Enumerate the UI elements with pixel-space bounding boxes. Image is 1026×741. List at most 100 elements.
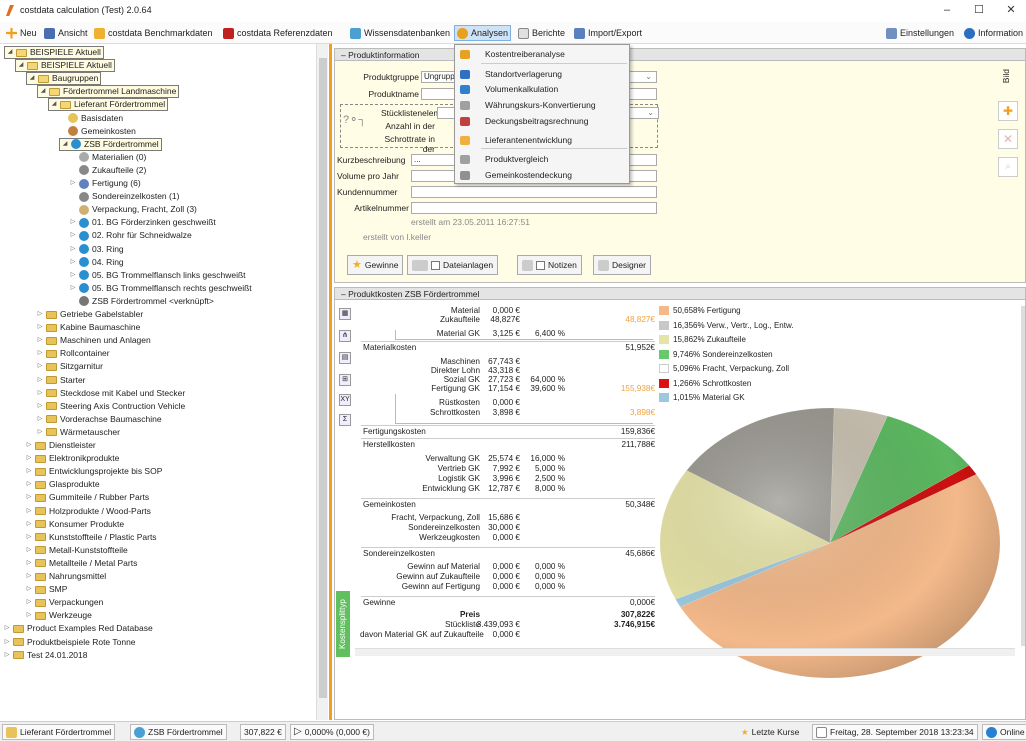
tree-view-icon[interactable]: ⋔ <box>339 330 351 342</box>
expand-toggle-icon[interactable]: ◢ <box>7 46 13 59</box>
dropdown-item[interactable]: Volumenkalkulation <box>455 82 629 97</box>
xy-view-icon[interactable]: XY <box>339 394 351 406</box>
tree-node[interactable]: ZSB Fördertrommel <verknüpft> <box>70 295 214 308</box>
sum-view-icon[interactable]: Σ <box>339 414 351 426</box>
tree-node[interactable]: ▷ 01. BG Förderzinken geschweißt <box>70 216 216 229</box>
tree-node[interactable]: ▷ Product Examples Red Database <box>4 622 153 635</box>
tree-node[interactable]: ▷ Wärmetauscher <box>37 426 120 439</box>
dateianlagen-checkbox[interactable] <box>431 260 440 270</box>
tree-node[interactable]: ▷ Steckdose mit Kabel und Stecker <box>37 387 186 400</box>
tree-node[interactable]: ▷ 02. Rohr für Schneidwalze <box>70 229 192 242</box>
expand-toggle-icon[interactable]: ▷ <box>26 609 32 622</box>
expand-toggle-icon[interactable]: ▷ <box>37 321 43 334</box>
tree-node[interactable]: ▷ Glasprodukte <box>26 478 100 491</box>
tree-node[interactable]: ▷ Werkzeuge <box>26 609 92 622</box>
tree-node[interactable]: ◢ ZSB Fördertrommel <box>59 137 162 151</box>
minimize-button[interactable]: – <box>936 2 958 18</box>
panel-splitter[interactable] <box>329 44 332 720</box>
expand-toggle-icon[interactable]: ▷ <box>26 491 32 504</box>
dropdown-item[interactable]: Deckungsbeitragsrechnung <box>455 114 629 129</box>
expand-toggle-icon[interactable]: ▷ <box>70 229 76 242</box>
menu-reference[interactable]: costdata Referenzdaten <box>221 25 335 41</box>
expand-toggle-icon[interactable]: ▷ <box>26 570 32 583</box>
expand-toggle-icon[interactable]: ◢ <box>18 59 24 72</box>
menu-settings[interactable]: Einstellungen <box>884 25 956 41</box>
tree-node[interactable]: Materialien (0) <box>70 151 146 164</box>
gewinne-button[interactable]: ★ Gewinne <box>347 255 404 275</box>
designer-button[interactable]: Designer <box>593 255 652 275</box>
tree-node[interactable]: ▷ Nahrungsmittel <box>26 570 106 583</box>
delete-image-button[interactable]: ✕ <box>998 129 1018 149</box>
tree-scroll-thumb[interactable] <box>319 58 327 698</box>
expand-toggle-icon[interactable]: ▷ <box>4 649 10 662</box>
tree-node[interactable]: ▷ Test 24.01.2018 <box>4 649 88 662</box>
dropdown-item[interactable]: Lieferantenentwicklung <box>455 133 629 148</box>
expand-toggle-icon[interactable]: ▷ <box>37 413 43 426</box>
status-supplier[interactable]: Lieferant Fördertrommel <box>2 724 116 740</box>
expand-toggle-icon[interactable]: ◢ <box>40 85 46 98</box>
tree-node[interactable]: Basisdaten <box>59 112 123 125</box>
tree-node[interactable]: ▷ Produktbeispiele Rote Tonne <box>4 636 136 649</box>
expand-toggle-icon[interactable]: ▷ <box>4 622 10 635</box>
expand-toggle-icon[interactable]: ▷ <box>70 256 76 269</box>
dropdown-item[interactable]: Kostentreiberanalyse <box>455 47 629 62</box>
tree-node[interactable]: ▷ Verpackungen <box>26 596 104 609</box>
expand-toggle-icon[interactable]: ▷ <box>37 426 43 439</box>
dropdown-item[interactable]: Währungskurs-Konvertierung <box>455 98 629 113</box>
letzte-kurse-button[interactable]: ★ Letzte Kurse <box>738 724 802 740</box>
menu-new[interactable]: Neu <box>4 25 39 41</box>
cost-h-scrollbar[interactable] <box>355 648 1015 656</box>
menu-import-export[interactable]: Import/Export <box>572 25 644 41</box>
tree-node[interactable]: ◢ Baugruppen <box>26 72 102 86</box>
notizen-button[interactable]: Notizen <box>517 255 582 275</box>
tree-scrollbar[interactable] <box>316 44 328 720</box>
expand-toggle-icon[interactable]: ▷ <box>70 177 76 190</box>
menu-benchmark[interactable]: costdata Benchmarkdaten <box>92 25 215 41</box>
dropdown-item[interactable]: Gemeinkostendeckung <box>455 168 629 183</box>
tree-node[interactable]: ▷ Metall-Kunststoffteile <box>26 544 128 557</box>
expand-toggle-icon[interactable]: ◢ <box>29 72 35 85</box>
dropdown-item[interactable]: Standortverlagerung <box>455 67 629 82</box>
expand-toggle-icon[interactable]: ▷ <box>26 452 32 465</box>
tree-node[interactable]: ▷ 05. BG Trommelflansch rechts geschweißt <box>70 282 252 295</box>
expand-toggle-icon[interactable]: ▷ <box>26 557 32 570</box>
tree-node[interactable]: ◢ BEISPIELE Aktuell <box>4 46 104 59</box>
tree-node[interactable]: Zukaufteile (2) <box>70 164 146 177</box>
expand-toggle-icon[interactable]: ▷ <box>26 505 32 518</box>
expand-toggle-icon[interactable]: ▷ <box>26 478 32 491</box>
table-view-icon[interactable]: ▦ <box>339 308 351 320</box>
tree-node[interactable]: ▷ Getriebe Gabelstabler <box>37 308 143 321</box>
tree-node[interactable]: ▷ 05. BG Trommelflansch links geschweißt <box>70 269 246 282</box>
tree-node[interactable]: ▷ Gummiteile / Rubber Parts <box>26 491 149 504</box>
tree-node[interactable]: Sondereinzelkosten (1) <box>70 190 179 203</box>
tree-node[interactable]: ▷ Maschinen und Anlagen <box>37 334 151 347</box>
expand-toggle-icon[interactable]: ▷ <box>4 636 10 649</box>
artikelnummer-field[interactable] <box>411 202 657 214</box>
tree-node[interactable]: ▷ Entwicklungsprojekte bis SOP <box>26 465 163 478</box>
expand-toggle-icon[interactable]: ▷ <box>70 269 76 282</box>
tree-node[interactable]: ▷ Holzprodukte / Wood-Parts <box>26 505 151 518</box>
expand-toggle-icon[interactable]: ▷ <box>26 596 32 609</box>
kostensplittyp-tab[interactable]: Kostensplittyp <box>336 591 350 657</box>
tree-node[interactable]: ▷ Dienstleister <box>26 439 96 452</box>
tree-node[interactable]: ▷ Rollcontainer <box>37 347 110 360</box>
expand-toggle-icon[interactable]: ▷ <box>37 308 43 321</box>
tree-node[interactable]: ▷ Fertigung (6) <box>70 177 141 190</box>
chart-view-icon[interactable]: ▤ <box>339 352 351 364</box>
tree-node[interactable]: ▷ Vorderachse Baumaschine <box>37 413 162 426</box>
expand-toggle-icon[interactable]: ▷ <box>70 216 76 229</box>
online-indicator[interactable]: Online <box>982 724 1026 740</box>
maximize-button[interactable]: ☐ <box>968 2 990 18</box>
tree-node[interactable]: ▷ Starter <box>37 374 86 387</box>
dateianlagen-button[interactable]: Dateianlagen <box>407 255 499 275</box>
expand-toggle-icon[interactable]: ▷ <box>26 544 32 557</box>
menu-reports[interactable]: Berichte <box>516 25 567 41</box>
compare-view-icon[interactable]: ⊞ <box>339 374 351 386</box>
expand-toggle-icon[interactable]: ▷ <box>26 518 32 531</box>
menu-analyses[interactable]: Analysen <box>454 25 512 41</box>
tree-node[interactable]: Gemeinkosten <box>59 125 136 138</box>
tree-node[interactable]: ◢ Fördertrommel Landmaschine <box>37 85 180 99</box>
tree-node[interactable]: ▷ Metallteile / Metal Parts <box>26 557 138 570</box>
expand-toggle-icon[interactable]: ▷ <box>26 439 32 452</box>
tree-node[interactable]: ◢ BEISPIELE Aktuell <box>15 59 115 73</box>
